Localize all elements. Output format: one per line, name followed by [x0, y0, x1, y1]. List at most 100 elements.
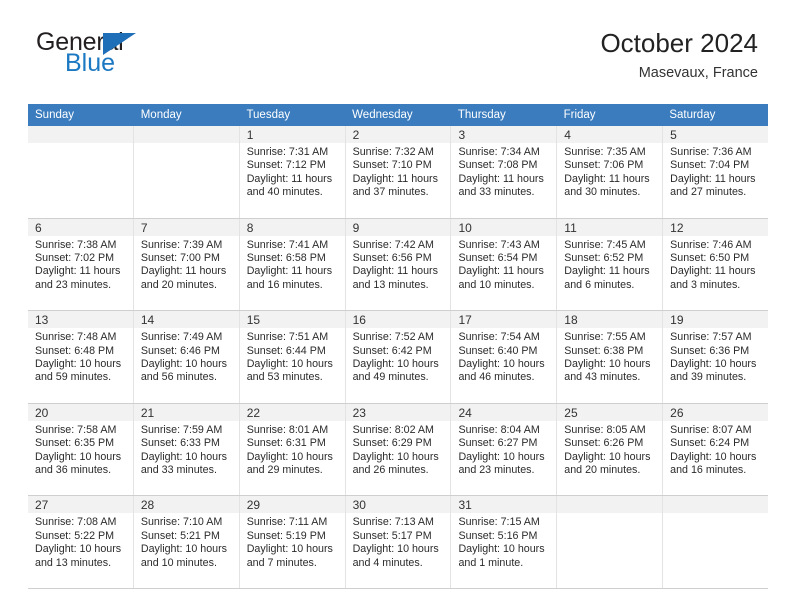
- daylight-text: Daylight: 11 hours and 10 minutes.: [458, 265, 544, 291]
- calendar-day-cell[interactable]: 1 Sunrise: 7:31 AM Sunset: 7:12 PM Daylight…: [239, 126, 346, 218]
- general-blue-logo: General Blue: [36, 28, 166, 88]
- day-details: Sunrise: 7:36 AM Sunset: 7:04 PM Daylight:…: [663, 143, 768, 200]
- daylight-text: Daylight: 10 hours and 56 minutes.: [140, 358, 228, 384]
- sunrise-text: Sunrise: 7:54 AM: [458, 331, 540, 344]
- calendar-day-cell[interactable]: 18 Sunrise: 7:55 AM Sunset: 6:38 PM Dayligh…: [557, 311, 664, 403]
- day-number: 19: [670, 313, 684, 328]
- day-details: Sunrise: 7:52 AM Sunset: 6:42 PM Daylight:…: [346, 328, 451, 385]
- day-details: Sunrise: 7:13 AM Sunset: 5:17 PM Daylight:…: [346, 513, 451, 570]
- calendar-day-cell[interactable]: 12 Sunrise: 7:46 AM Sunset: 6:50 PM Dayligh…: [663, 218, 769, 311]
- daylight-text: Daylight: 10 hours and 39 minutes.: [670, 358, 757, 384]
- sunrise-text: Sunrise: 7:42 AM: [352, 238, 434, 251]
- calendar-day-cell[interactable]: 24 Sunrise: 8:04 AM Sunset: 6:27 PM Dayligh…: [451, 403, 558, 496]
- day-number: 2: [352, 128, 360, 142]
- calendar-day-cell[interactable]: 5 Sunrise: 7:36 AM Sunset: 7:04 PM Daylight…: [663, 126, 769, 218]
- daylight-text: Daylight: 11 hours and 33 minutes.: [458, 172, 544, 199]
- weekday-header-monday: Monday: [140, 109, 182, 121]
- day-number-band: 21: [133, 403, 239, 421]
- calendar-day-cell-empty: [557, 496, 664, 588]
- daylight-text: Daylight: 10 hours and 43 minutes.: [564, 358, 651, 384]
- day-details: Sunrise: 7:10 AM Sunset: 5:21 PM Daylight:…: [134, 513, 239, 570]
- sunset-text: Sunset: 6:44 PM: [246, 344, 326, 357]
- sunrise-text: Sunrise: 8:01 AM: [246, 423, 329, 436]
- calendar-day-cell[interactable]: 27 Sunrise: 7:08 AM Sunset: 5:22 PM Dayligh…: [28, 496, 134, 588]
- day-number-band: 5: [663, 126, 769, 143]
- sunrise-text: Sunrise: 7:52 AM: [352, 331, 434, 344]
- sunrise-text: Sunrise: 7:55 AM: [564, 331, 646, 344]
- sunset-text: Sunset: 5:17 PM: [352, 529, 432, 542]
- calendar-day-cell[interactable]: 4 Sunrise: 7:35 AM Sunset: 7:06 PM Daylight…: [557, 126, 664, 218]
- calendar-day-cell[interactable]: 30 Sunrise: 7:13 AM Sunset: 5:17 PM Dayligh…: [345, 496, 452, 588]
- day-number-band: 27: [28, 496, 133, 514]
- day-number-band: 2: [345, 126, 451, 143]
- sunrise-text: Sunrise: 7:10 AM: [140, 516, 223, 529]
- sunset-text: Sunset: 6:29 PM: [352, 437, 432, 450]
- sunset-text: Sunset: 5:16 PM: [458, 529, 538, 542]
- calendar-day-cell[interactable]: 14 Sunrise: 7:49 AM Sunset: 6:46 PM Dayligh…: [133, 311, 240, 403]
- day-number: 18: [564, 313, 578, 328]
- sunrise-text: Sunrise: 7:31 AM: [246, 146, 329, 158]
- calendar-day-cell[interactable]: 8 Sunrise: 7:41 AM Sunset: 6:58 PM Daylight…: [239, 218, 346, 311]
- calendar-day-cell[interactable]: 20 Sunrise: 7:58 AM Sunset: 6:35 PM Dayligh…: [28, 403, 134, 496]
- calendar-day-cell[interactable]: 25 Sunrise: 8:05 AM Sunset: 6:26 PM Dayligh…: [557, 403, 664, 496]
- day-details: Sunrise: 7:45 AM Sunset: 6:52 PM Daylight:…: [557, 236, 662, 293]
- day-details: Sunrise: 7:51 AM Sunset: 6:44 PM Daylight:…: [240, 328, 345, 385]
- sunrise-text: Sunrise: 7:49 AM: [140, 331, 223, 344]
- calendar-day-cell[interactable]: 16 Sunrise: 7:52 AM Sunset: 6:42 PM Dayligh…: [345, 311, 452, 403]
- daylight-text: Daylight: 11 hours and 27 minutes.: [670, 172, 756, 199]
- day-number-band: [557, 496, 663, 514]
- calendar-day-cell[interactable]: 13 Sunrise: 7:48 AM Sunset: 6:48 PM Dayligh…: [28, 311, 134, 403]
- calendar-day-cell[interactable]: 3 Sunrise: 7:34 AM Sunset: 7:08 PM Daylight…: [451, 126, 558, 218]
- title-block: October 2024 Masevaux, France: [600, 26, 758, 84]
- calendar-day-cell[interactable]: 15 Sunrise: 7:51 AM Sunset: 6:44 PM Dayligh…: [239, 311, 346, 403]
- day-details: Sunrise: 8:02 AM Sunset: 6:29 PM Daylight:…: [346, 421, 451, 478]
- calendar-day-cell[interactable]: 21 Sunrise: 7:59 AM Sunset: 6:33 PM Dayligh…: [133, 403, 240, 496]
- calendar-day-cell[interactable]: 6 Sunrise: 7:38 AM Sunset: 7:02 PM Daylight…: [28, 218, 134, 311]
- calendar-day-cell[interactable]: 7 Sunrise: 7:39 AM Sunset: 7:00 PM Daylight…: [133, 218, 240, 311]
- day-number: 25: [564, 405, 578, 420]
- sunrise-text: Sunrise: 7:41 AM: [246, 238, 329, 251]
- calendar-day-cell[interactable]: 11 Sunrise: 7:45 AM Sunset: 6:52 PM Dayligh…: [557, 218, 664, 311]
- day-details: Sunrise: 7:35 AM Sunset: 7:06 PM Daylight:…: [557, 143, 662, 200]
- day-number: 1: [246, 128, 254, 142]
- calendar-day-cell-empty: [28, 126, 134, 218]
- calendar-day-cell[interactable]: 10 Sunrise: 7:43 AM Sunset: 6:54 PM Dayligh…: [451, 218, 558, 311]
- calendar-day-cell[interactable]: 19 Sunrise: 7:57 AM Sunset: 6:36 PM Dayligh…: [663, 311, 769, 403]
- sunset-text: Sunset: 6:33 PM: [140, 437, 220, 450]
- day-number-band: 17: [451, 311, 557, 329]
- day-details: Sunrise: 7:55 AM Sunset: 6:38 PM Daylight:…: [557, 328, 662, 385]
- calendar-day-cell[interactable]: 22 Sunrise: 8:01 AM Sunset: 6:31 PM Dayligh…: [239, 403, 346, 496]
- sunrise-text: Sunrise: 7:11 AM: [246, 516, 328, 529]
- sunrise-text: Sunrise: 7:59 AM: [140, 423, 223, 436]
- day-details: Sunrise: 7:59 AM Sunset: 6:33 PM Daylight:…: [134, 421, 239, 478]
- day-number: 5: [670, 128, 677, 142]
- day-number-band: 26: [663, 403, 769, 421]
- calendar-day-cell[interactable]: 29 Sunrise: 7:11 AM Sunset: 5:19 PM Dayligh…: [239, 496, 346, 588]
- calendar-day-cell[interactable]: 17 Sunrise: 7:54 AM Sunset: 6:40 PM Dayligh…: [451, 311, 558, 403]
- day-details: Sunrise: 7:54 AM Sunset: 6:40 PM Daylight:…: [451, 328, 556, 385]
- location-label: Masevaux, France: [638, 65, 758, 81]
- calendar-day-cell[interactable]: 26 Sunrise: 8:07 AM Sunset: 6:24 PM Dayligh…: [663, 403, 769, 496]
- day-number-band: 30: [345, 496, 451, 514]
- calendar-day-cell[interactable]: 9 Sunrise: 7:42 AM Sunset: 6:56 PM Daylight…: [345, 218, 452, 311]
- calendar-day-cell[interactable]: 2 Sunrise: 7:32 AM Sunset: 7:10 PM Daylight…: [345, 126, 452, 218]
- sunrise-text: Sunrise: 7:38 AM: [35, 238, 117, 251]
- day-number: 30: [352, 498, 366, 513]
- day-details: Sunrise: 7:34 AM Sunset: 7:08 PM Daylight:…: [451, 143, 556, 200]
- daylight-text: Daylight: 10 hours and 59 minutes.: [35, 358, 122, 384]
- day-number-band: 25: [557, 403, 663, 421]
- day-number-band: 20: [28, 403, 133, 421]
- day-number-band: 31: [451, 496, 557, 514]
- calendar-day-cell[interactable]: 23 Sunrise: 8:02 AM Sunset: 6:29 PM Dayligh…: [345, 403, 452, 496]
- sunset-text: Sunset: 6:46 PM: [140, 344, 220, 357]
- day-number-band: 3: [451, 126, 557, 143]
- sunrise-text: Sunrise: 7:48 AM: [35, 331, 117, 344]
- day-details: Sunrise: 8:07 AM Sunset: 6:24 PM Daylight:…: [663, 421, 768, 478]
- day-number: 15: [246, 313, 261, 328]
- calendar-day-cell[interactable]: 31 Sunrise: 7:15 AM Sunset: 5:16 PM Dayligh…: [451, 496, 558, 588]
- sunset-text: Sunset: 7:08 PM: [458, 159, 538, 172]
- calendar-day-cell[interactable]: 28 Sunrise: 7:10 AM Sunset: 5:21 PM Dayligh…: [133, 496, 240, 588]
- day-details: Sunrise: 7:32 AM Sunset: 7:10 PM Daylight:…: [346, 143, 451, 200]
- day-details: Sunrise: 7:58 AM Sunset: 6:35 PM Daylight:…: [28, 421, 133, 478]
- day-number: 9: [352, 220, 360, 235]
